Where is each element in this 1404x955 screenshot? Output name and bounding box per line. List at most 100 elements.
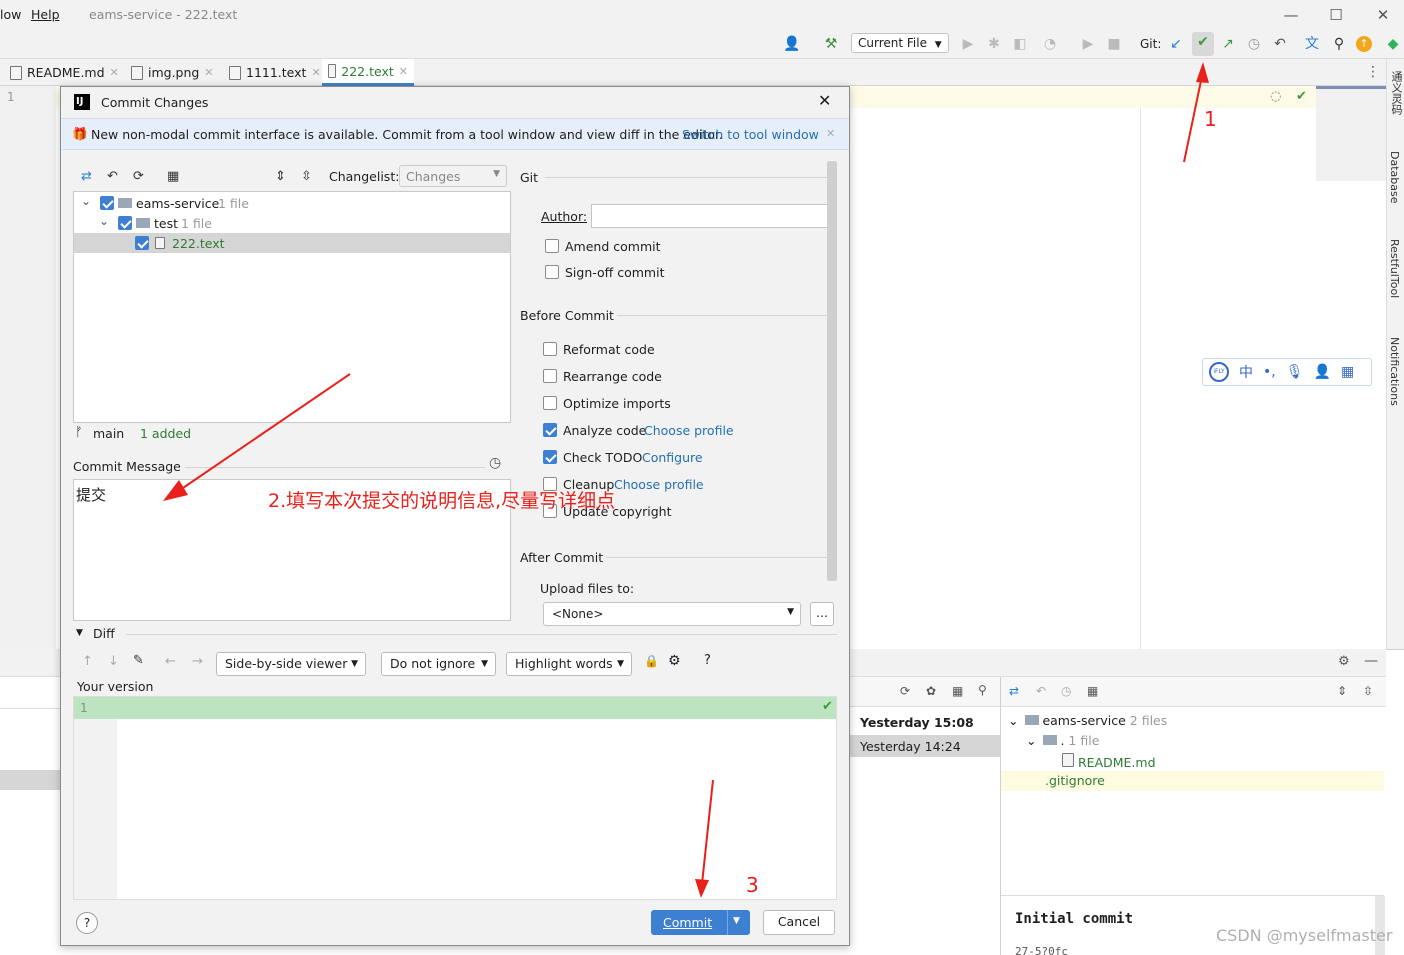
tab-222[interactable]: 222.text ✕ <box>322 59 414 86</box>
switch-tool-window-link[interactable]: Switch to tool window <box>682 127 819 142</box>
help-icon[interactable]: ? <box>704 653 711 668</box>
sidebar-item-restful[interactable]: RestfulTool <box>1388 239 1401 298</box>
group-by-icon[interactable]: ▦ <box>167 169 179 184</box>
todo-checkbox[interactable] <box>543 450 557 464</box>
close-window-button[interactable]: ✕ <box>1372 4 1394 26</box>
root-checkbox[interactable] <box>100 196 114 210</box>
history-row[interactable]: Yesterday 14:24 <box>850 735 1000 757</box>
tree-root-name[interactable]: eams-service <box>136 196 219 211</box>
next-change-icon[interactable]: ↓ <box>108 654 119 669</box>
build-hammer-icon[interactable]: ⚒ <box>821 34 841 54</box>
todo-label[interactable]: Check TODO <box>563 450 642 465</box>
prev-change-icon[interactable]: ↑ <box>82 654 93 669</box>
sidebar-item-notifications[interactable]: Notifications <box>1388 337 1401 406</box>
collapse-all-icon[interactable]: ⇳ <box>1363 684 1373 698</box>
refresh-icon[interactable]: ⟳ <box>900 684 910 698</box>
close-icon[interactable]: ✕ <box>311 66 320 79</box>
history-row[interactable]: Yesterday 15:08 <box>850 711 1000 735</box>
diff-icon[interactable]: ⇄ <box>1009 684 1019 698</box>
expand-all-icon[interactable]: ⇕ <box>1337 684 1347 698</box>
analyze-profile-link[interactable]: Choose profile <box>644 423 734 438</box>
right-scrollbar[interactable] <box>827 161 837 581</box>
lock-icon[interactable]: 🔒 <box>644 654 659 668</box>
hide-eye-icon[interactable]: ◌ <box>1270 89 1281 104</box>
user-icon[interactable]: 👤 <box>782 34 802 54</box>
log-tree-folder[interactable]: ⌄ . 1 file <box>1026 733 1099 748</box>
edit-source-icon[interactable]: ✎ <box>133 653 144 668</box>
git-push-icon[interactable]: ↗ <box>1218 34 1238 54</box>
run-config-select[interactable]: Current File ▼ <box>851 33 949 53</box>
ifly-logo-icon[interactable]: iFLY <box>1209 362 1229 382</box>
group-icon[interactable]: ▦ <box>1087 684 1098 698</box>
log-tree-file[interactable]: README.md <box>1062 753 1156 770</box>
git-update-icon[interactable]: ↙ <box>1166 34 1186 54</box>
rollback-icon[interactable]: ↶ <box>1270 34 1290 54</box>
search-log-icon[interactable]: ⚲ <box>978 683 987 697</box>
folder-checkbox[interactable] <box>118 216 132 230</box>
ignore-select[interactable]: Do not ignore ▼ <box>381 652 496 676</box>
amend-checkbox[interactable] <box>545 239 559 253</box>
close-icon[interactable]: ✕ <box>399 65 408 78</box>
menu-window[interactable]: low <box>0 7 21 22</box>
cherry-pick-icon[interactable]: ✿ <box>926 684 936 698</box>
search-icon[interactable]: ⚲ <box>1329 34 1349 54</box>
sidebar-item-translate[interactable]: 通义灵码 <box>1388 71 1404 115</box>
ime-lang-toggle[interactable]: 中 <box>1239 362 1253 382</box>
rearrange-label[interactable]: Rearrange code <box>563 369 662 384</box>
close-icon[interactable]: ✕ <box>204 66 213 79</box>
cancel-button[interactable]: Cancel <box>763 910 835 935</box>
cleanup-profile-link[interactable]: Choose profile <box>614 477 704 492</box>
refresh-icon[interactable]: ⟳ <box>133 169 144 184</box>
message-history-icon[interactable]: ◷ <box>489 455 501 471</box>
history-icon[interactable]: ◷ <box>1061 684 1071 698</box>
log-tree-root[interactable]: ⌄ eams-service 2 files <box>1008 713 1167 728</box>
microphone-icon[interactable]: 🎙 <box>1286 364 1304 380</box>
revert-icon[interactable]: ↶ <box>1036 684 1046 698</box>
commit-button[interactable]: Commit ▼ <box>651 910 750 935</box>
file-checkbox[interactable] <box>135 236 149 250</box>
upload-select[interactable]: <None> ▼ <box>543 602 801 626</box>
tab-readme[interactable]: README.md ✕ <box>4 59 125 86</box>
user-account-icon[interactable]: 👤 <box>1314 364 1331 380</box>
tree-folder-name[interactable]: test <box>154 216 178 231</box>
plugin-logo-icon[interactable]: ◆ <box>1383 34 1403 54</box>
reformat-checkbox[interactable] <box>543 342 557 356</box>
changelist-select[interactable]: Changes ▼ <box>399 165 507 187</box>
tree-file-name[interactable]: 222.text <box>172 236 225 251</box>
settings-gear-icon[interactable]: ⚙ <box>1338 654 1350 669</box>
close-dialog-icon[interactable]: ✕ <box>818 91 831 110</box>
profile-icon[interactable]: ◔ <box>1040 34 1060 54</box>
analyze-checkbox[interactable] <box>543 423 557 437</box>
viewer-select[interactable]: Side-by-side viewer ▼ <box>216 652 366 676</box>
rollback-icon[interactable]: ↶ <box>107 169 118 184</box>
hide-panel-icon[interactable]: — <box>1364 653 1378 669</box>
help-button[interactable]: ? <box>76 912 98 934</box>
upload-browse-button[interactable]: ... <box>810 602 834 626</box>
punctuation-icon[interactable]: •, <box>1263 364 1276 380</box>
translate-icon[interactable]: 文 <box>1302 34 1322 54</box>
reformat-label[interactable]: Reformat code <box>563 342 655 357</box>
git-commit-icon[interactable]: ✔ <box>1192 32 1214 56</box>
history-icon[interactable]: ◷ <box>1244 34 1264 54</box>
close-icon[interactable]: ✕ <box>110 66 119 79</box>
todo-configure-link[interactable]: Configure <box>642 450 703 465</box>
run-icon[interactable]: ▶ <box>958 34 978 54</box>
group-icon[interactable]: ▦ <box>952 684 963 698</box>
optimize-label[interactable]: Optimize imports <box>563 396 671 411</box>
apps-grid-icon[interactable]: ▦ <box>1341 364 1354 380</box>
expand-all-icon[interactable]: ⇕ <box>275 169 286 184</box>
commit-options-chevron-icon[interactable]: ▼ <box>733 916 740 926</box>
collapse-all-icon[interactable]: ⇳ <box>301 169 312 184</box>
author-input[interactable] <box>591 204 831 228</box>
coverage-icon[interactable]: ◧ <box>1010 34 1030 54</box>
log-tree-file[interactable]: .gitignore <box>1001 771 1384 791</box>
amend-label[interactable]: Amend commit <box>565 239 661 254</box>
optimize-checkbox[interactable] <box>543 396 557 410</box>
update-icon[interactable]: ↑ <box>1356 36 1372 52</box>
sidebar-item-database[interactable]: Database <box>1388 151 1401 204</box>
tab-1111[interactable]: 1111.text ✕ <box>223 59 327 86</box>
stop-icon[interactable]: ■ <box>1104 34 1124 54</box>
tab-img[interactable]: img.png ✕ <box>125 59 220 86</box>
analyze-label[interactable]: Analyze code <box>563 423 646 438</box>
rearrange-checkbox[interactable] <box>543 369 557 383</box>
